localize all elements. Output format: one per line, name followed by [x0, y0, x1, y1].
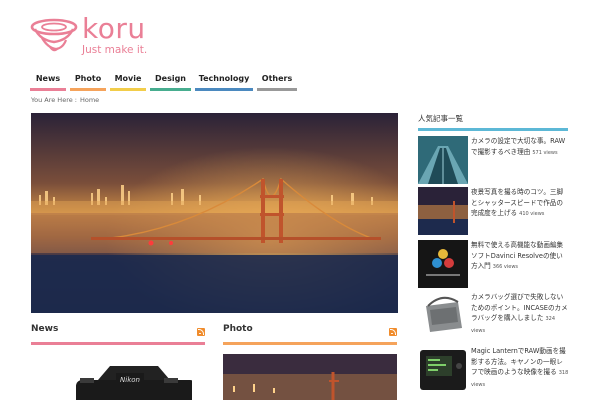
- breadcrumb-home-link[interactable]: Home: [80, 96, 99, 104]
- camera-bag-image: [418, 292, 468, 340]
- popular-post-thumbnail[interactable]: [418, 292, 468, 340]
- popular-post-item[interactable]: カメラの設定で大切な事。RAWで撮影するべき理由 571 views: [418, 136, 569, 184]
- popular-post-thumbnail[interactable]: [418, 346, 468, 394]
- nav-movie[interactable]: Movie: [110, 72, 146, 91]
- hero-bridge-photo: [31, 113, 398, 313]
- popular-post-thumbnail[interactable]: [418, 187, 468, 235]
- popular-post-views: 571 views: [532, 149, 558, 156]
- nav-news-label: News: [35, 74, 61, 83]
- category-news-title[interactable]: News: [31, 324, 205, 338]
- popular-post-text: Magic LanternでRAW動画を撮影する方法。キヤノンの一眼レフで映画の…: [471, 346, 569, 390]
- svg-text:Nikon: Nikon: [120, 376, 140, 384]
- category-news-rule: [31, 342, 205, 345]
- nav-others-label: Others: [261, 74, 293, 83]
- category-news: News: [31, 324, 205, 345]
- popular-post-text: 夜景写真を撮る時のコツ。三脚とシャッタースピードで作品の完成度を上げる 410 v…: [471, 187, 569, 220]
- global-nav: News Photo Movie Design Technology Other…: [30, 72, 297, 91]
- popular-post-thumbnail[interactable]: [418, 240, 468, 288]
- popular-post-thumbnail[interactable]: [418, 136, 468, 184]
- category-photo-rule: [223, 342, 397, 345]
- breadcrumb-prefix: You Are Here :: [31, 96, 77, 104]
- nav-design-label: Design: [155, 74, 186, 83]
- popular-post-item[interactable]: 夜景写真を撮る時のコツ。三脚とシャッタースピードで作品の完成度を上げる 410 v…: [418, 187, 569, 235]
- popular-posts-sidebar: 人気記事一覧: [418, 113, 568, 131]
- camera-image: Nikon: [76, 366, 192, 400]
- category-photo-title[interactable]: Photo: [223, 324, 397, 338]
- bridge-night-image: [418, 187, 468, 235]
- popular-post-text: カメラの設定で大切な事。RAWで撮影するべき理由 571 views: [471, 136, 569, 158]
- popular-post-item[interactable]: Magic LanternでRAW動画を撮影する方法。キヤノンの一眼レフで映画の…: [418, 346, 569, 394]
- escalator-image: [418, 136, 468, 184]
- nav-design[interactable]: Design: [150, 72, 191, 91]
- nav-news[interactable]: News: [30, 72, 66, 91]
- dslr-screen-image: [418, 346, 468, 394]
- nav-technology-label: Technology: [198, 74, 250, 83]
- nav-photo-label: Photo: [74, 74, 102, 83]
- breadcrumb: You Are Here : Home: [31, 96, 99, 104]
- popular-post-views: 410 views: [519, 211, 545, 217]
- nav-photo[interactable]: Photo: [70, 72, 106, 91]
- category-photo: Photo: [223, 324, 397, 345]
- nav-movie-label: Movie: [114, 74, 142, 83]
- popular-post-item[interactable]: カメラバッグ選びで失敗しないためのポイント。INCASEのカメラバッグを購入しま…: [418, 292, 569, 340]
- logo-wordmark: koru: [82, 12, 146, 45]
- popular-post-text: カメラバッグ選びで失敗しないためのポイント。INCASEのカメラバッグを購入しま…: [471, 292, 569, 336]
- popular-post-views: 366 views: [492, 264, 519, 270]
- hero-image[interactable]: [31, 113, 398, 313]
- popular-post-title[interactable]: Magic LanternでRAW動画を撮影する方法。キヤノンの一眼レフで映画の…: [471, 347, 566, 376]
- davinci-resolve-logo: [418, 240, 468, 288]
- koru-spiral-icon: [30, 18, 78, 52]
- photo-bridge-thumbnail[interactable]: [223, 354, 397, 400]
- popular-post-text: 無料で使える高機能な動画編集ソフトDavinci Resolveの使い方入門 36…: [471, 240, 569, 273]
- logo-tagline: Just make it.: [82, 44, 148, 56]
- nav-others[interactable]: Others: [257, 72, 297, 91]
- bridge-thumbnail-image: [223, 354, 397, 400]
- popular-post-title[interactable]: 夜景写真を撮る時のコツ。三脚とシャッタースピードで作品の完成度を上げる: [471, 188, 563, 217]
- rss-icon[interactable]: [197, 328, 205, 336]
- sidebar-title: 人気記事一覧: [418, 114, 463, 123]
- news-camera-thumbnail[interactable]: Nikon: [40, 358, 192, 400]
- site-logo[interactable]: koru Just make it.: [30, 12, 160, 60]
- sidebar-rule: [418, 128, 568, 131]
- rss-icon[interactable]: [389, 328, 397, 336]
- popular-post-item[interactable]: 無料で使える高機能な動画編集ソフトDavinci Resolveの使い方入門 36…: [418, 240, 569, 288]
- nav-technology[interactable]: Technology: [195, 72, 253, 91]
